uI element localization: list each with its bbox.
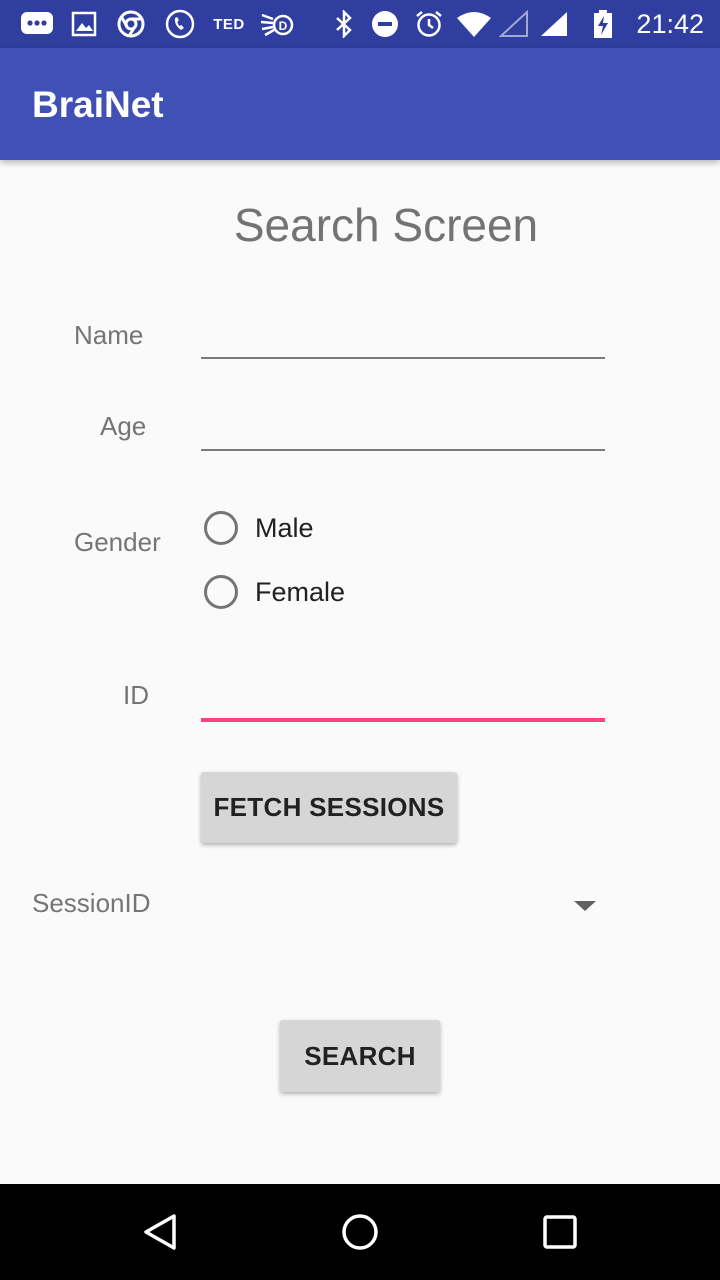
- id-label: ID: [123, 680, 149, 710]
- alarm-icon: [414, 10, 444, 38]
- do-not-disturb-icon: [370, 10, 400, 38]
- radio-male-label: Male: [255, 512, 314, 543]
- age-field[interactable]: [201, 403, 605, 451]
- clock: 21:42: [636, 9, 704, 39]
- app-bar: BraiNet: [0, 48, 720, 160]
- back-icon[interactable]: [124, 1196, 196, 1268]
- ted-icon: TED: [213, 15, 245, 33]
- app-title: BraiNet: [32, 84, 164, 125]
- radio-circle-icon: [204, 575, 238, 609]
- id-field[interactable]: [201, 674, 605, 722]
- chrome-icon: [116, 10, 146, 38]
- dropdown-arrow-icon: [574, 901, 596, 911]
- radio-female[interactable]: Female: [204, 570, 345, 614]
- phone-icon: [164, 9, 196, 39]
- signal-icon: [538, 10, 570, 38]
- svg-text:D: D: [279, 19, 288, 33]
- search-button[interactable]: SEARCH: [280, 1020, 440, 1092]
- status-bar: TED D 21:42: [0, 0, 720, 48]
- name-field[interactable]: [201, 311, 605, 359]
- fetch-sessions-button[interactable]: FETCH SESSIONS: [201, 772, 457, 843]
- page-title: Search Screen: [233, 199, 539, 251]
- age-label: Age: [100, 411, 147, 441]
- radio-female-label: Female: [255, 576, 346, 607]
- battery-charging-icon: [592, 10, 614, 38]
- radio-circle-icon: [204, 511, 238, 545]
- gender-label: Gender: [74, 527, 161, 557]
- wifi-icon: [456, 10, 492, 38]
- bluetooth-icon: [332, 10, 356, 38]
- id-field-underline: [201, 718, 605, 722]
- name-label: Name: [74, 320, 144, 350]
- messages-icon: [20, 10, 54, 38]
- navigation-bar: [0, 1184, 720, 1280]
- recents-icon[interactable]: [524, 1196, 596, 1268]
- session-id-spinner[interactable]: [190, 870, 610, 940]
- session-id-label: SessionID: [32, 888, 151, 918]
- name-field-underline: [201, 357, 605, 359]
- home-icon[interactable]: [324, 1196, 396, 1268]
- signal-empty-icon: [498, 10, 530, 38]
- gallery-icon: [70, 10, 98, 38]
- age-field-underline: [201, 449, 605, 451]
- radio-male[interactable]: Male: [204, 506, 314, 550]
- app-icon: D: [258, 10, 296, 38]
